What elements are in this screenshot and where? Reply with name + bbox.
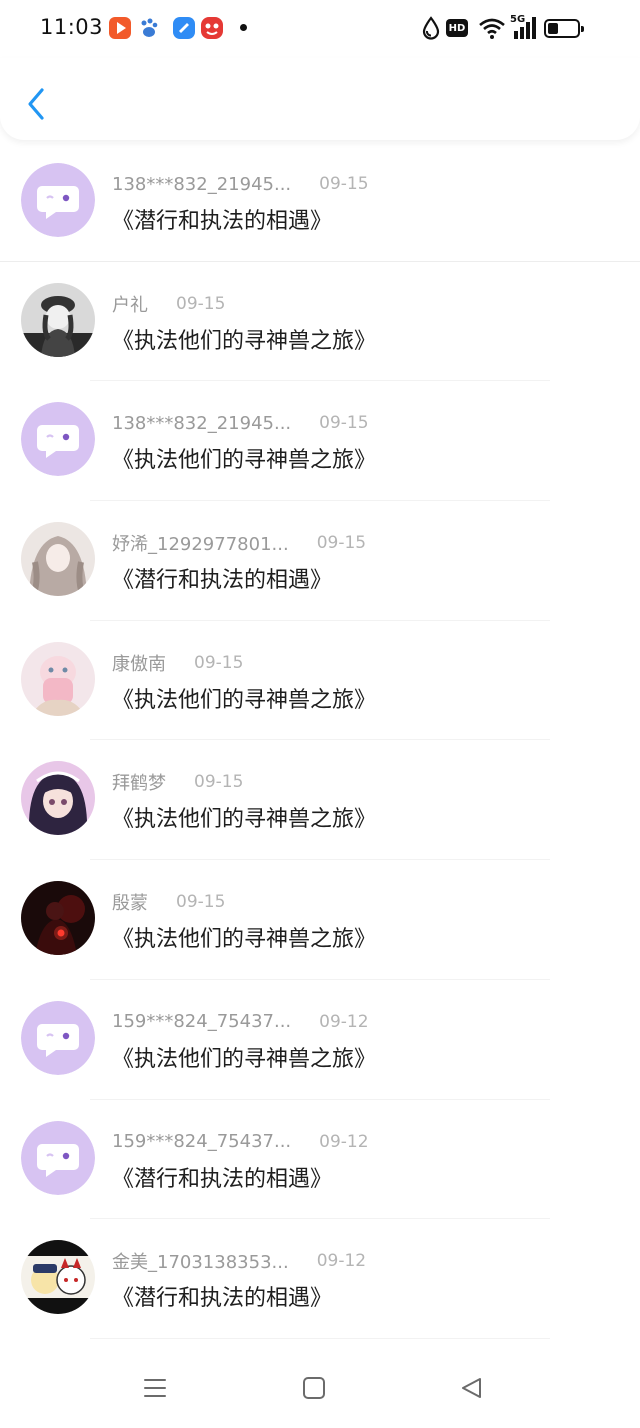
list-item[interactable]: 康傲南 09-15 《执法他们的寻神兽之旅》 — [0, 621, 640, 741]
user-name: 拜鹤梦 — [112, 773, 166, 795]
user-name: 户礼 — [112, 294, 148, 316]
system-nav-bar — [0, 1350, 640, 1428]
hd-badge: HD — [446, 19, 468, 37]
avatar[interactable] — [21, 163, 95, 237]
record-meta: 户礼 09-15 — [112, 291, 225, 317]
list-item[interactable]: 159***824_75437... 09-12 《执法他们的寻神兽之旅》 — [0, 980, 640, 1100]
user-name: 妤浠_1292977801... — [112, 534, 289, 556]
system-back-button[interactable] — [452, 1370, 492, 1406]
avatar[interactable] — [21, 881, 95, 956]
book-title: 《执法他们的寻神兽之旅》 — [112, 807, 377, 833]
record-date: 09-12 — [319, 1131, 369, 1152]
wifi-icon — [479, 18, 505, 39]
record-meta: 138***832_21945... 09-15 — [112, 171, 369, 197]
user-name: 康傲南 — [112, 653, 166, 675]
book-title: 《潜行和执法的相遇》 — [112, 568, 333, 594]
drop-icon — [422, 16, 440, 40]
home-button[interactable] — [294, 1370, 334, 1406]
blue-app-icon — [173, 17, 195, 39]
avatar[interactable] — [21, 282, 95, 357]
user-name: 138***832_21945... — [112, 412, 292, 434]
book-title: 《潜行和执法的相遇》 — [112, 1286, 333, 1312]
record-meta: 138***832_21945... 09-15 — [112, 410, 369, 436]
avatar[interactable] — [21, 522, 95, 597]
avatar[interactable] — [21, 1240, 95, 1315]
avatar[interactable] — [21, 761, 95, 836]
record-date: 09-15 — [194, 772, 244, 793]
reading-record-list: 138***832_21945... 09-15 《潜行和执法的相遇》 户礼 0… — [0, 142, 640, 1339]
book-title: 《执法他们的寻神兽之旅》 — [112, 448, 377, 474]
user-name: 159***824_75437... — [112, 1131, 292, 1152]
record-date: 09-15 — [319, 413, 369, 434]
book-title: 《执法他们的寻神兽之旅》 — [112, 927, 377, 953]
list-item[interactable]: 妤浠_1292977801... 09-15 《潜行和执法的相遇》 — [0, 501, 640, 621]
status-time: 11:03 — [40, 15, 104, 39]
record-meta: 拜鹤梦 09-15 — [112, 769, 243, 795]
more-notifications-dot — [240, 24, 247, 31]
avatar[interactable] — [21, 1000, 95, 1075]
record-date: 09-12 — [316, 1251, 367, 1272]
record-meta: 殷蒙 09-15 — [112, 889, 225, 915]
status-bar: 11:03 HD 5G — [0, 0, 640, 58]
list-item[interactable]: 159***824_75437... 09-12 《潜行和执法的相遇》 — [0, 1100, 640, 1220]
book-title: 《潜行和执法的相遇》 — [112, 1166, 333, 1192]
user-name: 殷蒙 — [112, 893, 148, 915]
record-meta: 妤浠_1292977801... 09-15 — [112, 530, 366, 556]
user-name: 159***824_75437... — [112, 1011, 292, 1033]
record-date: 09-12 — [319, 1011, 369, 1032]
record-meta: 159***824_75437... 09-12 — [112, 1129, 369, 1155]
record-meta: 康傲南 09-15 — [112, 650, 243, 676]
menu-icon — [144, 1379, 166, 1397]
network-type: 5G — [510, 14, 526, 25]
system-icons: HD 5G — [422, 14, 592, 42]
list-item[interactable]: 拜鹤梦 09-15 《执法他们的寻神兽之旅》 — [0, 740, 640, 861]
divider — [90, 1337, 550, 1339]
recent-apps-button[interactable] — [135, 1370, 175, 1406]
record-date: 09-15 — [176, 892, 226, 913]
record-date: 09-15 — [194, 652, 244, 673]
home-square-icon — [303, 1377, 325, 1399]
list-item[interactable]: 金美_1703138353... 09-12 《潜行和执法的相遇》 — [0, 1219, 640, 1339]
list-item[interactable]: 138***832_21945... 09-15 《潜行和执法的相遇》 — [0, 142, 640, 262]
list-item[interactable]: 殷蒙 09-15 《执法他们的寻神兽之旅》 — [0, 860, 640, 980]
list-item[interactable]: 138***832_21945... 09-15 《执法他们的寻神兽之旅》 — [0, 381, 640, 502]
avatar[interactable] — [21, 641, 95, 716]
book-title: 《执法他们的寻神兽之旅》 — [112, 328, 377, 354]
book-title: 《潜行和执法的相遇》 — [112, 209, 333, 234]
user-name: 金美_1703138353... — [112, 1252, 289, 1274]
avatar[interactable] — [21, 402, 95, 477]
record-date: 09-15 — [319, 174, 369, 194]
list-item[interactable]: 户礼 09-15 《执法他们的寻神兽之旅》 — [0, 262, 640, 382]
top-app-bar — [0, 58, 640, 140]
record-meta: 金美_1703138353... 09-12 — [112, 1248, 366, 1274]
book-title: 《执法他们的寻神兽之旅》 — [112, 1046, 377, 1072]
signal-icon: 5G — [510, 14, 536, 40]
record-date: 09-15 — [316, 533, 367, 554]
user-name: 138***832_21945... — [112, 173, 292, 195]
paw-app-icon — [138, 17, 160, 39]
book-title: 《执法他们的寻神兽之旅》 — [112, 687, 377, 713]
back-triangle-icon — [462, 1378, 481, 1398]
red-app-icon — [201, 17, 223, 39]
record-meta: 159***824_75437... 09-12 — [112, 1009, 369, 1035]
battery-icon — [544, 19, 584, 38]
video-app-icon — [109, 17, 131, 39]
back-button[interactable] — [18, 84, 54, 124]
record-date: 09-15 — [176, 293, 226, 314]
avatar[interactable] — [21, 1120, 95, 1195]
chevron-left-icon — [28, 88, 44, 120]
